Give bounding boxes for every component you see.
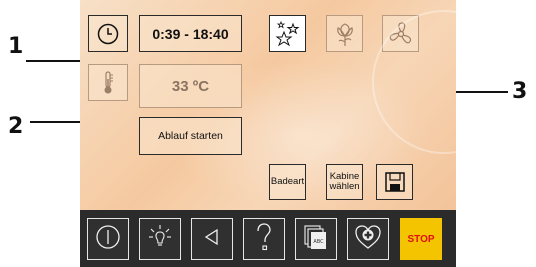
power-button[interactable] bbox=[87, 218, 129, 260]
stop-button[interactable]: STOP bbox=[400, 218, 442, 260]
effect-fan-button[interactable] bbox=[382, 15, 419, 52]
start-sequence-label: Ablauf starten bbox=[158, 130, 223, 142]
callout-2: 2 bbox=[8, 114, 24, 139]
back-button[interactable] bbox=[191, 218, 233, 260]
clock-button[interactable] bbox=[88, 15, 128, 52]
time-range-value: 0:39 - 18:40 bbox=[152, 25, 229, 42]
temperature-value: 33 ºC bbox=[171, 77, 210, 95]
fan-icon bbox=[387, 20, 415, 48]
text-library-button[interactable]: ABC bbox=[295, 218, 337, 260]
temperature-button[interactable]: 33 ºC bbox=[139, 64, 242, 108]
health-button[interactable] bbox=[347, 218, 389, 260]
save-button[interactable] bbox=[376, 164, 413, 200]
power-icon bbox=[95, 224, 121, 255]
light-icon bbox=[146, 223, 174, 256]
bath-type-button[interactable]: Badeart bbox=[269, 164, 306, 200]
start-sequence-button[interactable]: Ablauf starten bbox=[139, 117, 242, 155]
light-button[interactable] bbox=[139, 218, 181, 260]
bottom-toolbar: ABC STOP bbox=[80, 210, 456, 267]
thermometer-icon bbox=[101, 70, 115, 96]
effect-sparkle-button[interactable] bbox=[269, 15, 306, 52]
back-icon bbox=[202, 227, 222, 252]
svg-text:ABC: ABC bbox=[313, 239, 324, 245]
callout-1: 1 bbox=[8, 34, 24, 59]
bath-type-label: Badeart bbox=[270, 175, 305, 187]
save-icon bbox=[384, 171, 406, 193]
select-cabin-button[interactable]: Kabine wählen bbox=[326, 164, 363, 200]
help-button[interactable] bbox=[243, 218, 285, 260]
effect-flower-button[interactable] bbox=[326, 15, 363, 52]
temperature-icon-button[interactable] bbox=[88, 64, 128, 101]
clock-icon bbox=[96, 22, 120, 46]
time-range-button[interactable]: 0:39 - 18:40 bbox=[139, 15, 242, 52]
help-icon bbox=[253, 222, 275, 257]
text-library-icon: ABC bbox=[302, 223, 330, 256]
callout-3: 3 bbox=[512, 79, 528, 104]
select-cabin-label: Kabine wählen bbox=[329, 170, 360, 192]
sparkle-icon bbox=[274, 20, 302, 48]
health-heart-icon bbox=[354, 224, 382, 255]
flower-icon bbox=[333, 20, 357, 48]
